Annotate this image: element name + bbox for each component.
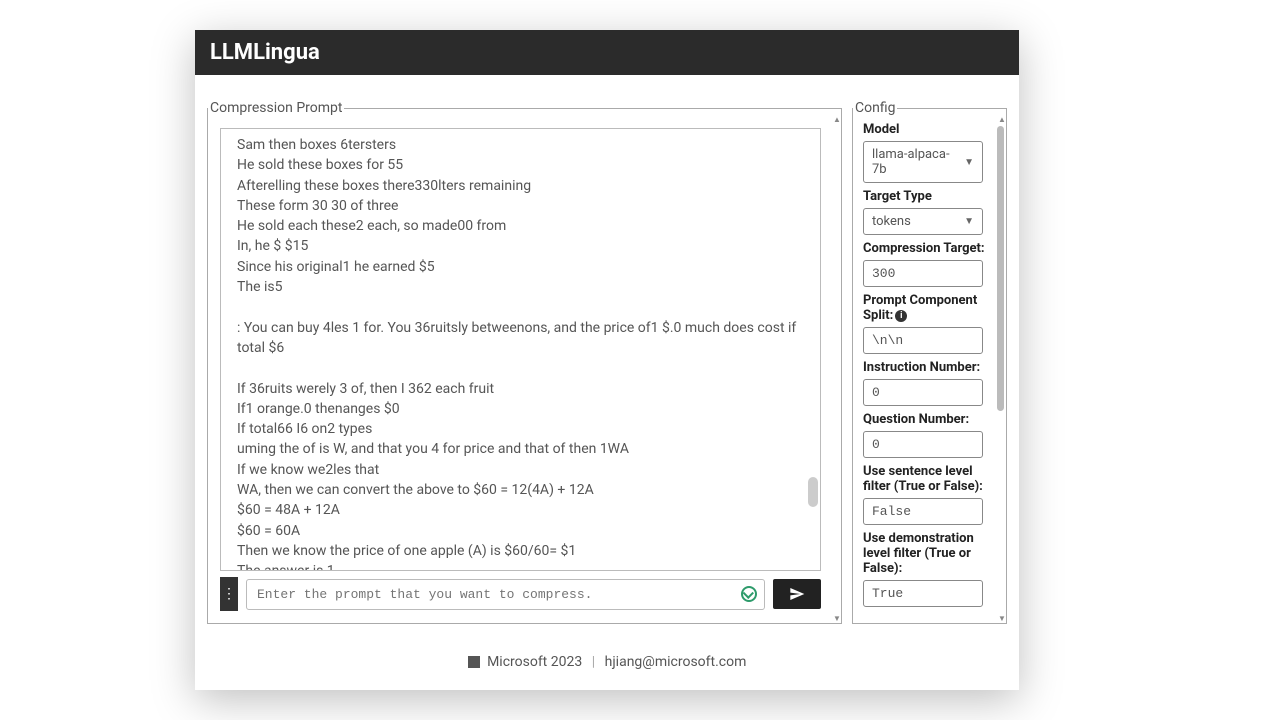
- demo-filter-input[interactable]: True: [863, 580, 983, 607]
- target-type-select[interactable]: tokens ▼: [863, 208, 983, 235]
- chat-line: The answer is 1: [237, 561, 800, 570]
- scroll-up-icon[interactable]: ▲: [833, 116, 841, 124]
- split-label: Prompt Component Split:i: [863, 293, 992, 323]
- chat-scroll-thumb[interactable]: [808, 477, 818, 507]
- compression-panel: Compression Prompt ▲ ▼ Sam then boxes 6t…: [207, 100, 842, 624]
- instruction-number-label: Instruction Number:: [863, 360, 992, 375]
- send-button[interactable]: [773, 579, 821, 609]
- chat-line: uming the of is W, and that you 4 for pr…: [237, 439, 800, 459]
- grammar-check-icon[interactable]: [741, 586, 757, 602]
- compression-legend: Compression Prompt: [208, 100, 344, 116]
- app-title: LLMLingua: [210, 40, 320, 65]
- chat-line: In, he $ $15: [237, 236, 800, 256]
- chevron-down-icon: ▼: [964, 216, 974, 227]
- chat-line: Since his original1 he earned $5: [237, 257, 800, 277]
- microsoft-icon: [468, 656, 480, 668]
- titlebar: LLMLingua: [195, 30, 1019, 75]
- scroll-down-icon[interactable]: ▼: [833, 615, 841, 623]
- chat-messages: Sam then boxes 6terstersHe sold these bo…: [221, 129, 820, 570]
- left-outer-scrollbar[interactable]: ▲ ▼: [833, 116, 841, 623]
- footer-org: Microsoft 2023: [487, 654, 582, 670]
- question-number-label: Question Number:: [863, 412, 992, 427]
- send-icon: [789, 586, 805, 602]
- chat-line: If we know we2les that: [237, 460, 800, 480]
- compression-target-input[interactable]: 300: [863, 260, 983, 287]
- chat-line: $60 = 60A: [237, 521, 800, 541]
- app-window: LLMLingua Compression Prompt ▲ ▼ Sam the…: [195, 30, 1019, 690]
- config-legend: Config: [853, 100, 897, 116]
- target-type-value: tokens: [872, 214, 911, 229]
- config-panel: Config ▲ ▼ Model llama-alpaca-7b ▼ Targe…: [852, 100, 1007, 624]
- question-number-input[interactable]: 0: [863, 431, 983, 458]
- instruction-number-input[interactable]: 0: [863, 379, 983, 406]
- model-label: Model: [863, 122, 992, 137]
- chat-output: Sam then boxes 6terstersHe sold these bo…: [220, 128, 821, 571]
- demo-filter-label: Use demonstration level filter (True or …: [863, 531, 992, 576]
- footer: Microsoft 2023 | hjiang@microsoft.com: [195, 624, 1019, 690]
- chat-line: If total66 I6 on2 types: [237, 419, 800, 439]
- config-body: Model llama-alpaca-7b ▼ Target Type toke…: [853, 116, 1006, 623]
- chat-line: [237, 297, 800, 317]
- chevron-down-icon: ▼: [964, 157, 974, 168]
- chat-line: Sam then boxes 6tersters: [237, 135, 800, 155]
- config-scroll-thumb[interactable]: [997, 126, 1004, 411]
- more-button[interactable]: ⋮: [220, 577, 238, 611]
- chat-line: These form 30 30 of three: [237, 196, 800, 216]
- info-icon[interactable]: i: [895, 310, 907, 322]
- chat-line: If 36ruits werely 3 of, then I 362 each …: [237, 379, 800, 399]
- chat-line: The is5: [237, 277, 800, 297]
- chat-line: WA, then we can convert the above to $60…: [237, 480, 800, 500]
- split-input[interactable]: \n\n: [863, 327, 983, 354]
- model-select[interactable]: llama-alpaca-7b ▼: [863, 141, 983, 183]
- chat-line: : You can buy 4les 1 for. You 36ruitsly …: [237, 318, 800, 359]
- chat-line: If1 orange.0 thenanges $0: [237, 399, 800, 419]
- input-row: ⋮: [220, 577, 821, 611]
- chat-line: $60 = 48A + 12A: [237, 500, 800, 520]
- model-value: llama-alpaca-7b: [872, 147, 964, 177]
- compression-target-label: Compression Target:: [863, 241, 992, 256]
- target-type-label: Target Type: [863, 189, 992, 204]
- prompt-input[interactable]: [246, 579, 765, 610]
- main-content: Compression Prompt ▲ ▼ Sam then boxes 6t…: [195, 75, 1019, 624]
- chat-line: Afterelling these boxes there330lters re…: [237, 176, 800, 196]
- footer-separator: |: [592, 654, 595, 670]
- sentence-filter-input[interactable]: False: [863, 498, 983, 525]
- prompt-input-wrap: [246, 579, 765, 610]
- chat-line: Then we know the price of one apple (A) …: [237, 541, 800, 561]
- footer-email[interactable]: hjiang@microsoft.com: [605, 654, 747, 670]
- chat-line: He sold each these2 each, so made00 from: [237, 216, 800, 236]
- chat-line: He sold these boxes for 55: [237, 155, 800, 175]
- chat-line: [237, 358, 800, 378]
- sentence-filter-label: Use sentence level filter (True or False…: [863, 464, 992, 494]
